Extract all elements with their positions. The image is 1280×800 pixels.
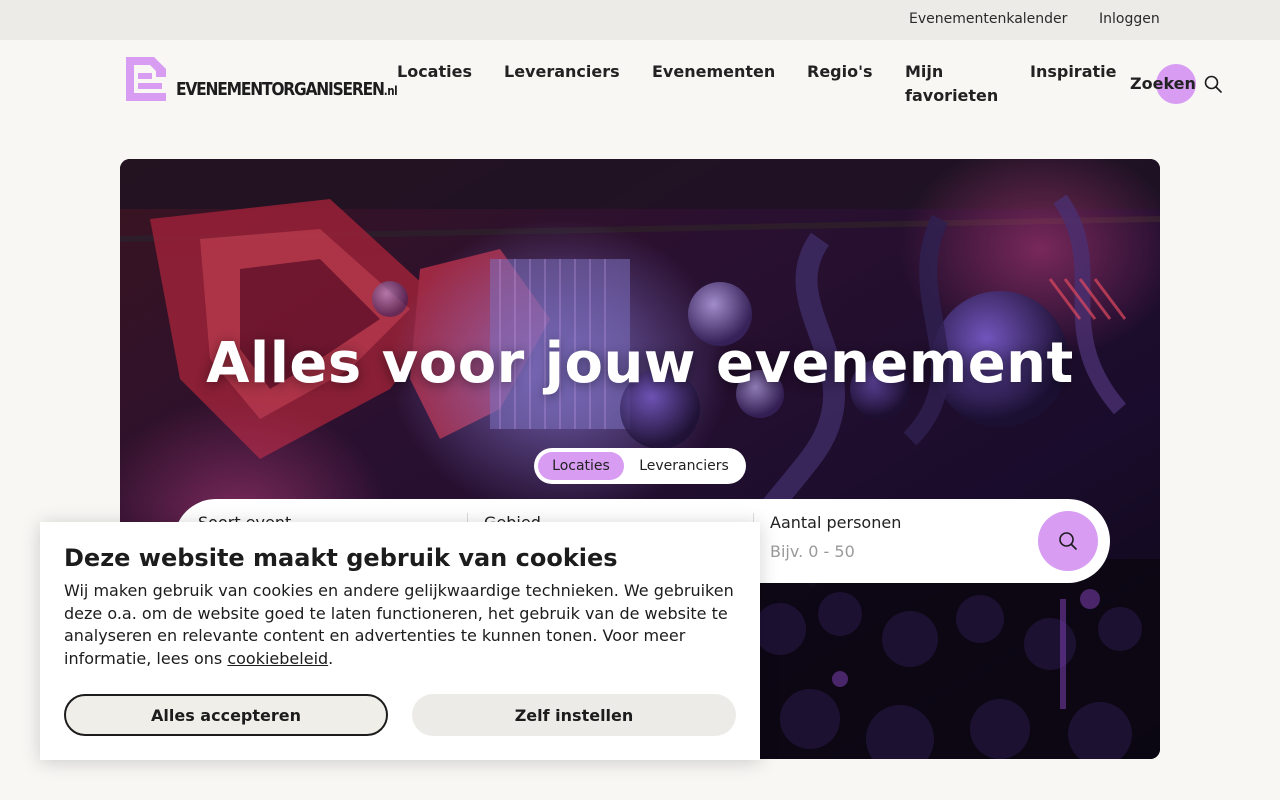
login-link[interactable]: Inloggen (1099, 11, 1160, 27)
event-calendar-link[interactable]: Evenementenkalender (909, 11, 1067, 27)
search-icon (1059, 532, 1077, 550)
nav-favorieten[interactable]: Mijn favorieten (905, 60, 1015, 108)
hero-title: Alles voor jouw evenement (206, 331, 1074, 396)
nav-leveranciers[interactable]: Leveranciers (504, 60, 620, 84)
toggle-locaties[interactable]: Locaties (538, 452, 624, 480)
search-icon[interactable] (1204, 75, 1222, 93)
nav-regios[interactable]: Regio's (807, 60, 873, 84)
utility-bar: Evenementenkalender Inloggen (0, 0, 1280, 40)
cookie-dialog: Deze website maakt gebruik van cookies W… (40, 522, 760, 760)
nav-search-button[interactable]: Zoeken (1130, 72, 1196, 96)
search-submit-button[interactable] (1038, 511, 1098, 571)
accept-all-button[interactable]: Alles accepteren (64, 694, 388, 736)
logo-e-icon (126, 57, 166, 101)
cookie-policy-link[interactable]: cookiebeleid (227, 649, 328, 668)
site-logo[interactable]: EVENEMENTORGANISEREN.nl (120, 55, 398, 107)
cookie-text: Wij maken gebruik van cookies en andere … (64, 581, 734, 669)
nav-inspiratie[interactable]: Inspiratie (1030, 60, 1116, 84)
cookie-title: Deze website maakt gebruik van cookies (64, 544, 618, 572)
persons-field: Aantal personen (770, 513, 1010, 561)
nav-locaties[interactable]: Locaties (397, 60, 472, 84)
search-type-toggle: Locaties Leveranciers (534, 448, 746, 484)
toggle-leveranciers[interactable]: Leveranciers (628, 452, 740, 480)
persons-label: Aantal personen (770, 513, 902, 532)
logo-wordmark: EVENEMENTORGANISEREN.nl (176, 79, 398, 100)
persons-input[interactable] (770, 542, 1010, 561)
nav-evenementen[interactable]: Evenementen (652, 60, 775, 84)
custom-settings-button[interactable]: Zelf instellen (412, 694, 736, 736)
